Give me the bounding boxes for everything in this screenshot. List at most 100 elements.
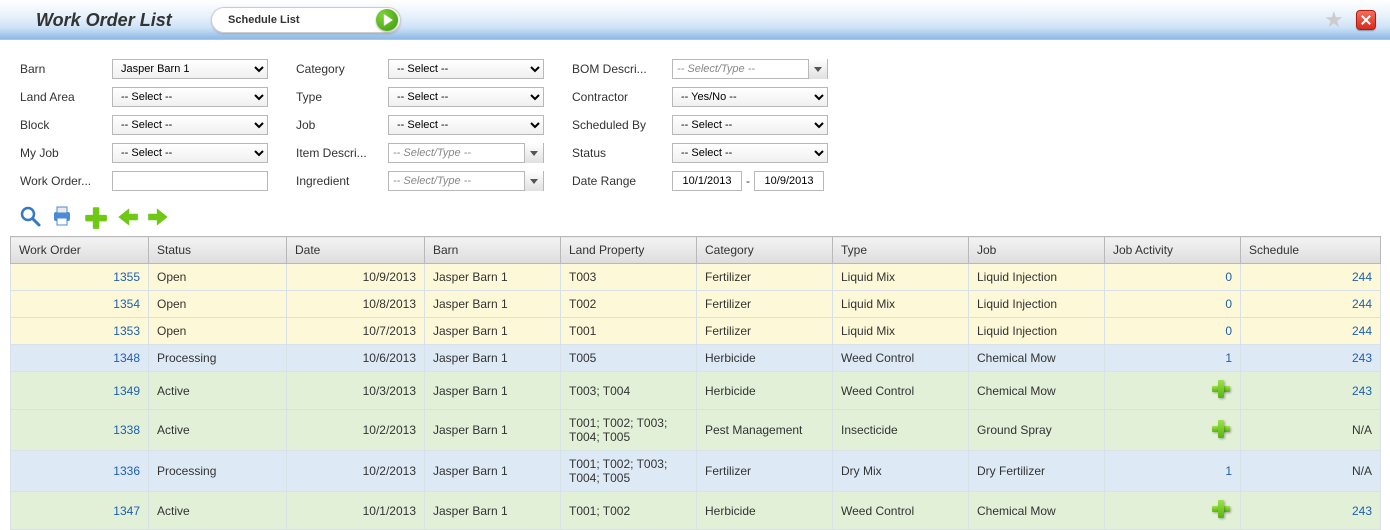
job-activity-link[interactable]: 0 xyxy=(1225,324,1232,338)
star-icon[interactable]: ★ xyxy=(1324,10,1344,30)
cell-schedule: N/A xyxy=(1241,410,1381,451)
cell-date: 10/9/2013 xyxy=(287,264,425,291)
cell-work-order-link[interactable]: 1347 xyxy=(113,504,140,518)
close-icon[interactable] xyxy=(1356,10,1376,30)
cell-land: T002 xyxy=(561,291,697,318)
page-title: Work Order List xyxy=(36,0,172,40)
cell-work-order[interactable]: 1354 xyxy=(11,291,149,318)
column-header[interactable]: Land Property xyxy=(561,237,697,264)
cell-work-order[interactable]: 1349 xyxy=(11,372,149,410)
date-from[interactable] xyxy=(672,171,742,191)
filter-select[interactable]: -- Select -- xyxy=(388,87,544,107)
cell-work-order[interactable]: 1355 xyxy=(11,264,149,291)
table-row[interactable]: 1353Open10/7/2013Jasper Barn 1T001Fertil… xyxy=(11,318,1381,345)
cell-work-order-link[interactable]: 1355 xyxy=(113,270,140,284)
filter-combo[interactable]: -- Select/Type -- xyxy=(672,59,828,79)
cell-category: Herbicide xyxy=(697,372,833,410)
cell-job-activity: 1 xyxy=(1105,345,1241,372)
filter-row: Scheduled By-- Select -- xyxy=(572,114,828,136)
filter-select[interactable]: -- Select -- xyxy=(388,59,544,79)
schedule-link[interactable]: 243 xyxy=(1352,384,1372,398)
cell-work-order[interactable]: 1338 xyxy=(11,410,149,451)
search-icon[interactable] xyxy=(18,204,42,228)
filter-select[interactable]: -- Select -- xyxy=(112,115,268,135)
filter-select[interactable]: Jasper Barn 1 xyxy=(112,59,268,79)
filter-row: Category-- Select -- xyxy=(296,58,544,80)
schedule-link[interactable]: 244 xyxy=(1352,324,1372,338)
cell-land: T001; T002; T003; T004; T005 xyxy=(561,410,697,451)
arrow-left-icon[interactable] xyxy=(114,204,138,228)
table-row[interactable]: 1347Active10/1/2013Jasper Barn 1T001; T0… xyxy=(11,492,1381,530)
cell-work-order[interactable]: 1353 xyxy=(11,318,149,345)
cell-work-order[interactable]: 1336 xyxy=(11,451,149,492)
column-header[interactable]: Date xyxy=(287,237,425,264)
schedule-link[interactable]: 243 xyxy=(1352,351,1372,365)
cell-status: Open xyxy=(149,318,287,345)
add-icon[interactable] xyxy=(82,204,106,228)
cell-status: Processing xyxy=(149,451,287,492)
schedule-link[interactable]: 243 xyxy=(1352,504,1372,518)
column-header[interactable]: Barn xyxy=(425,237,561,264)
table-row[interactable]: 1349Active10/3/2013Jasper Barn 1T003; T0… xyxy=(11,372,1381,410)
cell-land: T003 xyxy=(561,264,697,291)
filter-select[interactable]: -- Select -- xyxy=(672,143,828,163)
cell-job-activity xyxy=(1105,410,1241,451)
column-header[interactable]: Work Order xyxy=(11,237,149,264)
cell-job: Liquid Injection xyxy=(969,291,1105,318)
cell-work-order-link[interactable]: 1349 xyxy=(113,384,140,398)
arrow-right-icon[interactable] xyxy=(146,204,170,228)
filter-select[interactable]: -- Select -- xyxy=(388,115,544,135)
cell-schedule: 244 xyxy=(1241,318,1381,345)
table-row[interactable]: 1336Processing10/2/2013Jasper Barn 1T001… xyxy=(11,451,1381,492)
add-activity-icon[interactable] xyxy=(1210,498,1232,520)
filter-combo[interactable]: -- Select/Type -- xyxy=(388,143,544,163)
job-activity-link[interactable]: 1 xyxy=(1225,351,1232,365)
filter-label: Work Order... xyxy=(20,174,112,188)
column-header[interactable]: Type xyxy=(833,237,969,264)
column-header[interactable]: Job Activity xyxy=(1105,237,1241,264)
table-row[interactable]: 1355Open10/9/2013Jasper Barn 1T003Fertil… xyxy=(11,264,1381,291)
filter-text[interactable] xyxy=(112,171,268,191)
filter-combo[interactable]: -- Select/Type -- xyxy=(388,171,544,191)
job-activity-link[interactable]: 0 xyxy=(1225,270,1232,284)
cell-barn: Jasper Barn 1 xyxy=(425,451,561,492)
job-activity-link[interactable]: 0 xyxy=(1225,297,1232,311)
schedule-link[interactable]: 244 xyxy=(1352,297,1372,311)
cell-work-order-link[interactable]: 1336 xyxy=(113,464,140,478)
table-row[interactable]: 1348Processing10/6/2013Jasper Barn 1T005… xyxy=(11,345,1381,372)
print-icon[interactable] xyxy=(50,204,74,228)
filter-row: Status-- Select -- xyxy=(572,142,828,164)
cell-work-order[interactable]: 1348 xyxy=(11,345,149,372)
filter-select[interactable]: -- Select -- xyxy=(112,143,268,163)
job-activity-link[interactable]: 1 xyxy=(1225,464,1232,478)
table-row[interactable]: 1338Active10/2/2013Jasper Barn 1T001; T0… xyxy=(11,410,1381,451)
column-header[interactable]: Job xyxy=(969,237,1105,264)
cell-work-order-link[interactable]: 1338 xyxy=(113,423,140,437)
add-activity-icon[interactable] xyxy=(1210,418,1232,440)
cell-barn: Jasper Barn 1 xyxy=(425,372,561,410)
header-bar: Work Order List Schedule List ★ xyxy=(0,0,1390,40)
filter-label: Date Range xyxy=(572,174,672,188)
filter-label: Barn xyxy=(20,62,112,76)
cell-job: Liquid Injection xyxy=(969,318,1105,345)
filter-select[interactable]: -- Select -- xyxy=(672,115,828,135)
column-header[interactable]: Status xyxy=(149,237,287,264)
date-to[interactable] xyxy=(754,171,824,191)
add-activity-icon[interactable] xyxy=(1210,378,1232,400)
filter-row: Type-- Select -- xyxy=(296,86,544,108)
schedule-link[interactable]: 244 xyxy=(1352,270,1372,284)
cell-work-order[interactable]: 1347 xyxy=(11,492,149,530)
table-row[interactable]: 1354Open10/8/2013Jasper Barn 1T002Fertil… xyxy=(11,291,1381,318)
filter-select[interactable]: -- Yes/No -- xyxy=(672,87,828,107)
column-header[interactable]: Schedule xyxy=(1241,237,1381,264)
schedule-list-button[interactable]: Schedule List xyxy=(211,7,401,33)
cell-work-order-link[interactable]: 1353 xyxy=(113,324,140,338)
filter-label: Contractor xyxy=(572,90,672,104)
cell-work-order-link[interactable]: 1348 xyxy=(113,351,140,365)
filter-row: BOM Descri...-- Select/Type -- xyxy=(572,58,828,80)
column-header[interactable]: Category xyxy=(697,237,833,264)
filter-label: Type xyxy=(296,90,388,104)
cell-work-order-link[interactable]: 1354 xyxy=(113,297,140,311)
filter-select[interactable]: -- Select -- xyxy=(112,87,268,107)
cell-category: Fertilizer xyxy=(697,291,833,318)
